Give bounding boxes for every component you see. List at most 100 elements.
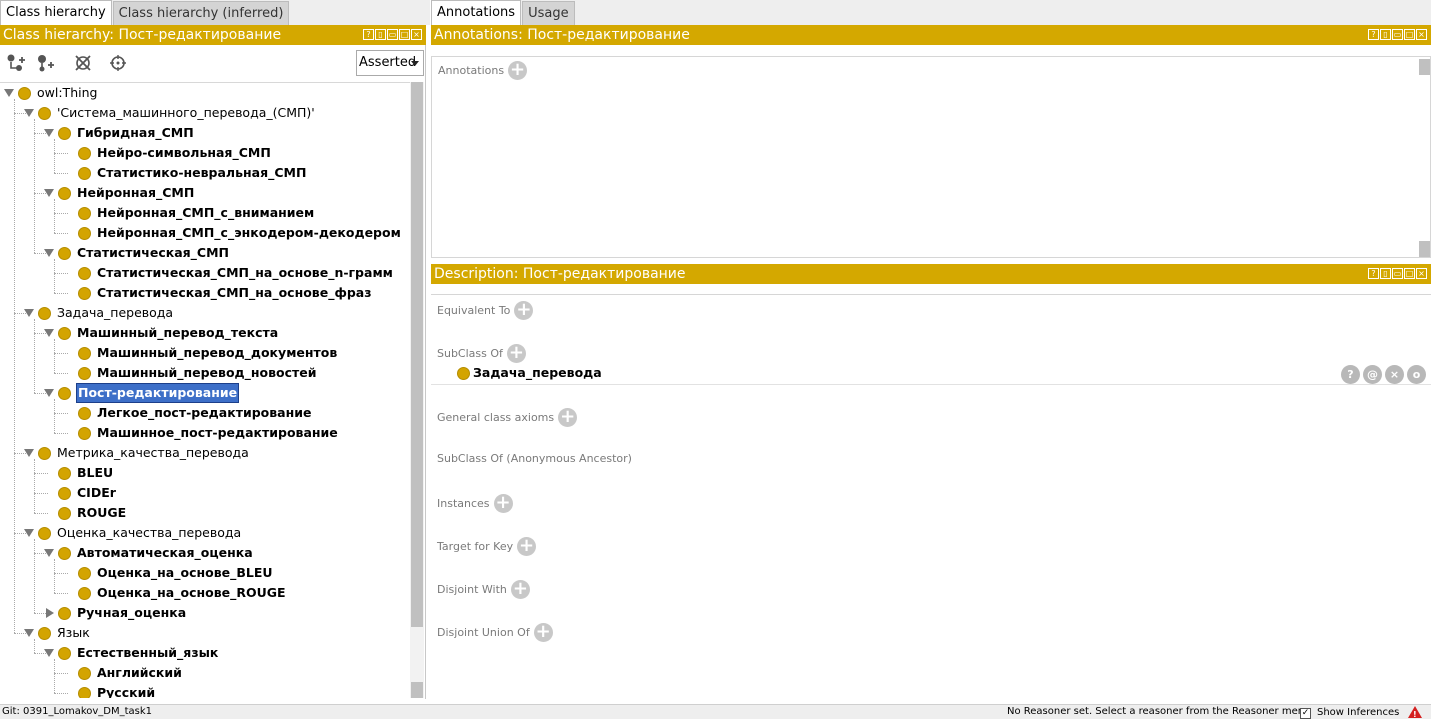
- tree-node[interactable]: Машинное_пост-редактирование: [78, 423, 339, 443]
- help-icon[interactable]: ?: [1368, 268, 1379, 279]
- expanded-toggle-icon[interactable]: [44, 129, 54, 137]
- tree-node[interactable]: Статистическая_СМП_на_основе_n-грамм: [78, 263, 394, 283]
- add-section-button[interactable]: +: [510, 580, 530, 599]
- class-icon: [78, 226, 91, 240]
- expanded-toggle-icon[interactable]: [44, 189, 54, 197]
- expanded-toggle-icon[interactable]: [24, 309, 34, 317]
- tree-node-label: Машинное_пост-редактирование: [97, 425, 338, 440]
- close-icon[interactable]: ×: [411, 29, 422, 40]
- close-icon[interactable]: ×: [1416, 29, 1427, 40]
- help-icon[interactable]: ?: [1368, 29, 1379, 40]
- hierarchy-mode-value: Asserted: [359, 55, 417, 70]
- add-section-button[interactable]: +: [558, 408, 578, 427]
- tree-node[interactable]: BLEU: [58, 463, 114, 483]
- tree-node[interactable]: 'Система_машинного_перевода_(СМП)': [38, 103, 316, 123]
- description-header: Description: Пост-редактирование ? ▯ ▭ □…: [431, 264, 1431, 284]
- tree-node[interactable]: Естественный_язык: [58, 643, 219, 663]
- tree-scrollbar-thumb[interactable]: [411, 82, 423, 627]
- tree-node[interactable]: Язык: [38, 623, 91, 643]
- add-section-button[interactable]: +: [493, 494, 513, 513]
- expanded-toggle-icon[interactable]: [24, 529, 34, 537]
- warning-icon[interactable]: !: [1408, 706, 1422, 719]
- expanded-toggle-icon[interactable]: [44, 389, 54, 397]
- tree-node[interactable]: Машинный_перевод_новостей: [78, 363, 318, 383]
- tree-node[interactable]: Машинный_перевод_документов: [78, 343, 338, 363]
- tree-node[interactable]: Ручная_оценка: [58, 603, 187, 623]
- tree-node[interactable]: Нейронная_СМП_с_энкодером-декодером: [78, 223, 402, 243]
- tree-node[interactable]: Английский: [78, 663, 183, 683]
- tree-connector: [54, 173, 68, 174]
- collapsed-toggle-icon[interactable]: [46, 608, 54, 618]
- tree-node[interactable]: Автоматическая_оценка: [58, 543, 254, 563]
- tree-node[interactable]: Гибридная_СМП: [58, 123, 195, 143]
- class-icon: [78, 686, 91, 698]
- tab-class-hierarchy[interactable]: Class hierarchy: [0, 0, 112, 25]
- help-icon[interactable]: ?: [363, 29, 374, 40]
- delete-button[interactable]: ×: [1385, 365, 1404, 384]
- edit-button[interactable]: o: [1407, 365, 1426, 384]
- float-icon[interactable]: ▭: [387, 29, 398, 40]
- tree-node[interactable]: Нейронная_СМП: [58, 183, 195, 203]
- tree-node[interactable]: Статистическая_СМП: [58, 243, 230, 263]
- tree-node[interactable]: Статистическая_СМП_на_основе_фраз: [78, 283, 373, 303]
- add-section-button[interactable]: +: [533, 623, 553, 642]
- split-icon[interactable]: ▯: [1380, 29, 1391, 40]
- maximize-icon[interactable]: □: [1404, 268, 1415, 279]
- tree-node[interactable]: ROUGE: [58, 503, 127, 523]
- tree-connector: [54, 673, 68, 674]
- add-section-button[interactable]: +: [514, 301, 534, 320]
- crosshair-icon[interactable]: [108, 54, 128, 72]
- split-icon[interactable]: ▯: [1380, 268, 1391, 279]
- expanded-toggle-icon[interactable]: [44, 329, 54, 337]
- tree-node[interactable]: Задача_перевода: [38, 303, 174, 323]
- expanded-toggle-icon[interactable]: [24, 449, 34, 457]
- tree-scrollbar-down[interactable]: [411, 682, 423, 698]
- tree-node[interactable]: Пост-редактирование: [58, 383, 240, 403]
- add-sibling-icon[interactable]: [36, 54, 56, 72]
- tree-node[interactable]: Русский: [78, 683, 156, 698]
- tree-scrollbar[interactable]: [410, 82, 424, 698]
- float-icon[interactable]: ▭: [1392, 268, 1403, 279]
- add-subclass-icon[interactable]: [6, 54, 26, 72]
- float-icon[interactable]: ▭: [1392, 29, 1403, 40]
- tree-node[interactable]: Нейронная_СМП_с_вниманием: [78, 203, 315, 223]
- expanded-toggle-icon[interactable]: [24, 109, 34, 117]
- maximize-icon[interactable]: □: [399, 29, 410, 40]
- chevron-down-icon: [411, 61, 419, 66]
- description-section: Equivalent To +: [437, 301, 534, 320]
- hierarchy-mode-select[interactable]: Asserted: [356, 50, 424, 76]
- tree-connector: [54, 199, 55, 233]
- annotate-button[interactable]: @: [1363, 365, 1382, 384]
- class-icon: [58, 466, 71, 480]
- annotations-scroll-down[interactable]: [1419, 241, 1430, 257]
- expanded-toggle-icon[interactable]: [44, 249, 54, 257]
- add-annotation-button[interactable]: +: [508, 61, 528, 80]
- expanded-toggle-icon[interactable]: [44, 649, 54, 657]
- tree-node[interactable]: Оценка_на_основе_ROUGE: [78, 583, 287, 603]
- split-icon[interactable]: ▯: [375, 29, 386, 40]
- show-inferences-checkbox[interactable]: ✓: [1300, 707, 1311, 719]
- tree-node[interactable]: Статистико-невральная_СМП: [78, 163, 307, 183]
- tab-class-hierarchy-inferred[interactable]: Class hierarchy (inferred): [112, 1, 290, 25]
- tree-node[interactable]: owl:Thing: [18, 83, 98, 103]
- annotations-scroll-up[interactable]: [1419, 59, 1430, 75]
- expanded-toggle-icon[interactable]: [4, 89, 14, 97]
- tree-node[interactable]: Машинный_перевод_текста: [58, 323, 279, 343]
- tree-node[interactable]: Оценка_качества_перевода: [38, 523, 242, 543]
- close-icon[interactable]: ×: [1416, 268, 1427, 279]
- tree-node[interactable]: Легкое_пост-редактирование: [78, 403, 312, 423]
- expanded-toggle-icon[interactable]: [44, 549, 54, 557]
- delete-class-icon[interactable]: [73, 54, 93, 72]
- tree-node[interactable]: CIDEr: [58, 483, 117, 503]
- tree-node[interactable]: Метрика_качества_перевода: [38, 443, 250, 463]
- show-inferences-toggle[interactable]: ✓ Show Inferences: [1300, 706, 1399, 719]
- tab-annotations[interactable]: Annotations: [431, 0, 522, 25]
- expanded-toggle-icon[interactable]: [24, 629, 34, 637]
- maximize-icon[interactable]: □: [1404, 29, 1415, 40]
- subclass-entry-row[interactable]: Задача_перевода ? @ × o: [431, 361, 1431, 385]
- add-section-button[interactable]: +: [517, 537, 537, 556]
- explain-button[interactable]: ?: [1341, 365, 1360, 384]
- tree-node[interactable]: Нейро-символьная_СМП: [78, 143, 272, 163]
- tree-node[interactable]: Оценка_на_основе_BLEU: [78, 563, 274, 583]
- tab-usage[interactable]: Usage: [522, 1, 575, 25]
